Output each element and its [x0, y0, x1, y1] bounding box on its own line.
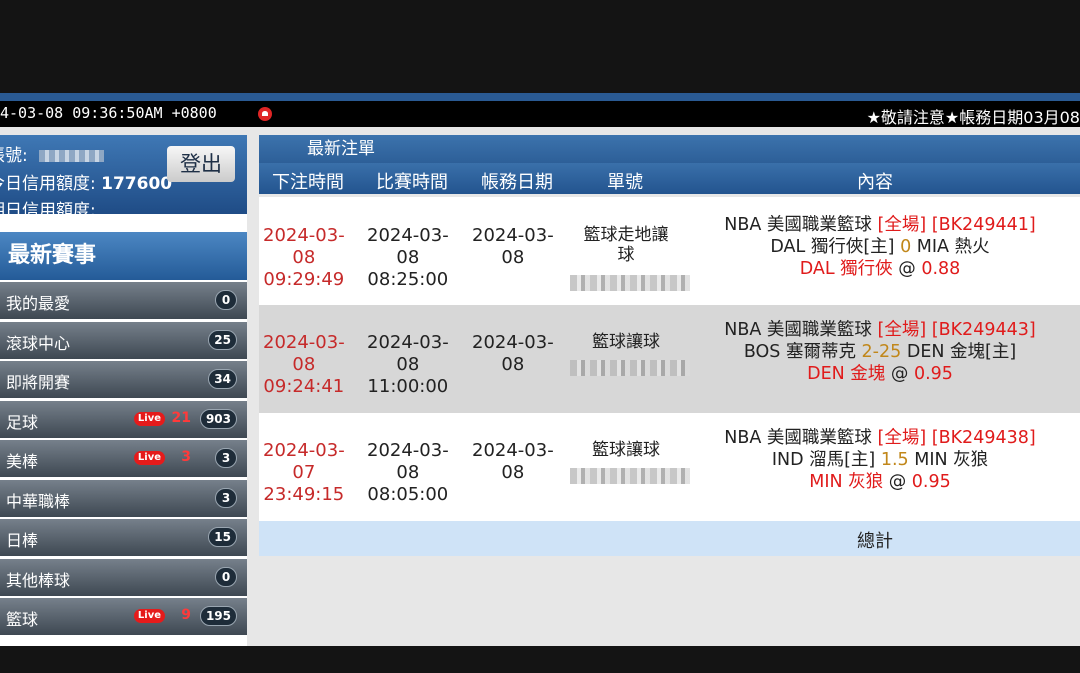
count-badge: 34	[208, 369, 237, 389]
sidebar-item-label: 其他棒球	[6, 570, 71, 590]
credit-value: 177600	[101, 174, 173, 194]
live-badge: Live	[133, 451, 165, 465]
settle-date: 2024-03- 08	[472, 440, 554, 483]
settle-date: 2024-03- 08	[472, 332, 554, 375]
sidebar-item-upcoming[interactable]: 即將開賽 34	[0, 361, 247, 398]
table-row: 2024-03- 08 09:29:49 2024-03- 08 08:25:00 20…	[259, 197, 1080, 305]
bets-title-bar: 最新注單	[259, 135, 1080, 163]
bets-panel: 最新注單 下注時間 比賽時間 帳務日期 單號 內容 2024-03- 08 09:2…	[259, 135, 1080, 646]
status-bar: 4-03-08 09:36:50AM +0800 ★敬請注意★帳務日期03月08	[0, 101, 1080, 127]
bet-type: 籃球讓球	[592, 440, 660, 460]
sidebar-item-live-center[interactable]: 滾球中心 25	[0, 321, 247, 359]
bet-type: 籃球走地讓球	[583, 225, 669, 265]
ticket-number-redacted	[570, 360, 690, 376]
settle-date: 2024-03- 08	[472, 225, 554, 268]
sidebar-item-cpbl[interactable]: 中華職棒 3	[0, 479, 247, 517]
live-count: 3	[181, 449, 191, 465]
bet-content: NBA 美國職業籃球 [全場] [BK249438] IND 溜馬[主] 1.5…	[724, 428, 1036, 492]
page-title: 最新注單	[307, 139, 375, 159]
column-header-ticket-no: 單號	[607, 172, 643, 193]
credit-label: 今日信用額度:	[0, 174, 96, 194]
page-viewport: 帳號: 今日信用額度: 177600 明日信用額度: 登出 最新賽事 我的最愛 …	[0, 127, 1080, 646]
total-row: 總計	[259, 521, 1080, 556]
sidebar-item-label: 中華職棒	[6, 491, 71, 511]
table-row: 2024-03- 07 23:49:15 2024-03- 08 08:05:00 20…	[259, 413, 1080, 521]
top-accent-bar	[0, 93, 1080, 101]
announcement-ticker[interactable]: ★敬請注意★帳務日期03月08	[867, 104, 1080, 128]
count-badge: 0	[215, 566, 237, 587]
count-badge: 0	[215, 290, 237, 310]
sidebar-item-label: 足球	[6, 412, 39, 432]
sidebar-item-label: 籃球	[6, 610, 39, 629]
ticket-number-redacted	[570, 468, 690, 484]
sidebar-item-other-baseball[interactable]: 其他棒球 0	[0, 558, 247, 596]
latest-events-header: 最新賽事	[0, 232, 247, 280]
bet-time: 2024-03- 08 09:29:49	[263, 225, 345, 290]
sport-menu: 我的最愛 0 滾球中心 25 即將開賽 34 足球 Live 21 903 美棒…	[0, 282, 247, 638]
bet-type: 籃球讓球	[592, 332, 660, 352]
match-time: 2024-03- 08 08:05:00	[367, 440, 449, 505]
account-panel: 帳號: 今日信用額度: 177600 明日信用額度: 登出	[0, 135, 247, 214]
sidebar-item-mlb[interactable]: 美棒 Live 3 3	[0, 440, 247, 477]
sidebar-item-favorites[interactable]: 我的最愛 0	[0, 282, 247, 319]
count-badge: 3	[215, 487, 237, 508]
live-count: 9	[181, 607, 191, 623]
column-header-match-time: 比賽時間	[376, 172, 448, 193]
sidebar-item-npb[interactable]: 日棒 15	[0, 519, 247, 556]
match-time: 2024-03- 08 08:25:00	[367, 225, 449, 290]
count-badge: 25	[208, 329, 237, 350]
live-count: 21	[171, 409, 191, 426]
sidebar-item-label: 美棒	[6, 452, 39, 471]
sidebar-item-basketball[interactable]: 籃球 Live 9 195	[0, 598, 247, 635]
sidebar-item-label: 滾球中心	[6, 333, 71, 353]
sidebar-item-soccer[interactable]: 足球 Live 21 903	[0, 400, 247, 438]
table-row: 2024-03- 08 09:24:41 2024-03- 08 11:00:00 20…	[259, 305, 1080, 413]
sidebar-item-label: 日棒	[6, 531, 39, 550]
total-label: 總計	[857, 531, 893, 552]
server-clock: 4-03-08 09:36:50AM +0800	[0, 104, 217, 122]
sidebar-item-label: 我的最愛	[6, 294, 71, 313]
match-time: 2024-03- 08 11:00:00	[367, 332, 449, 397]
live-badge: Live	[133, 411, 165, 426]
count-badge: 15	[208, 527, 237, 547]
table-header: 下注時間 比賽時間 帳務日期 單號 內容	[259, 163, 1080, 194]
bet-time: 2024-03- 07 23:49:15	[263, 440, 345, 505]
bet-content: NBA 美國職業籃球 [全場] [BK249443] BOS 塞爾蒂克 2-25…	[724, 320, 1036, 384]
count-badge: 195	[199, 606, 237, 626]
bet-time: 2024-03- 08 09:24:41	[263, 332, 345, 397]
ticket-number-redacted	[570, 275, 690, 291]
sidebar-item-label: 即將開賽	[6, 373, 71, 392]
announcement-icon	[258, 107, 272, 121]
column-header-settle-date: 帳務日期	[481, 172, 553, 193]
bet-content: NBA 美國職業籃球 [全場] [BK249441] DAL 獨行俠[主] 0 …	[724, 215, 1036, 279]
column-header-bet-time: 下注時間	[272, 172, 344, 193]
count-badge: 3	[215, 448, 237, 468]
count-badge: 903	[199, 408, 237, 429]
tomorrow-credit-label: 明日信用額度:	[0, 201, 96, 214]
logout-button[interactable]: 登出	[167, 146, 235, 182]
live-badge: Live	[133, 609, 165, 623]
column-header-content: 內容	[857, 172, 893, 193]
bottom-bar	[0, 646, 1080, 673]
account-id-redacted	[39, 150, 105, 162]
sidebar: 帳號: 今日信用額度: 177600 明日信用額度: 登出 最新賽事 我的最愛 …	[0, 135, 247, 646]
account-label: 帳號:	[0, 146, 28, 166]
